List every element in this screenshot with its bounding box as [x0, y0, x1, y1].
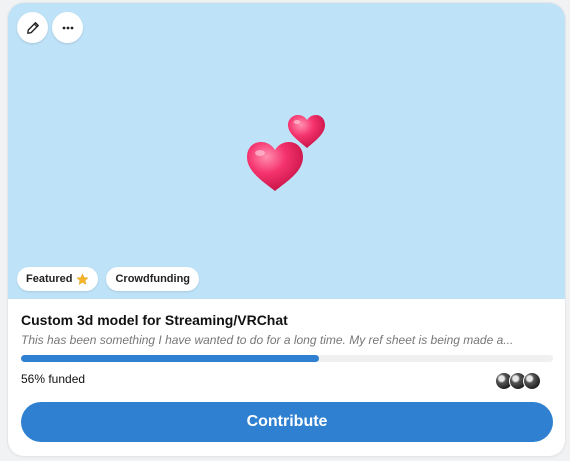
- avatar[interactable]: [523, 372, 541, 390]
- tag-crowdfunding[interactable]: Crowdfunding: [106, 267, 200, 291]
- contributor-avatars: [495, 372, 541, 390]
- banner-image: Featured Crowdfunding: [8, 3, 565, 299]
- tag-label: Crowdfunding: [115, 273, 191, 285]
- star-icon: [76, 272, 90, 285]
- campaign-description: This has been something I have wanted to…: [21, 333, 514, 347]
- campaign-title[interactable]: Custom 3d model for Streaming/VRChat: [21, 312, 288, 328]
- more-options-button[interactable]: [52, 12, 83, 43]
- funded-percentage: 56% funded: [21, 372, 86, 386]
- large-heart-icon: [247, 142, 303, 191]
- edit-button[interactable]: [17, 12, 48, 43]
- tag-featured[interactable]: Featured: [17, 267, 99, 291]
- campaign-card: Featured Crowdfunding Custom 3d model fo…: [8, 3, 565, 456]
- funding-progress-bar: [21, 355, 553, 362]
- pencil-icon: [26, 21, 39, 34]
- tag-list: Featured Crowdfunding: [17, 267, 200, 291]
- contribute-button[interactable]: Contribute: [21, 402, 553, 442]
- hearts-illustration: [247, 115, 325, 191]
- tag-label: Featured: [26, 273, 73, 285]
- funding-progress-fill: [21, 355, 319, 362]
- ellipsis-icon: [62, 26, 73, 29]
